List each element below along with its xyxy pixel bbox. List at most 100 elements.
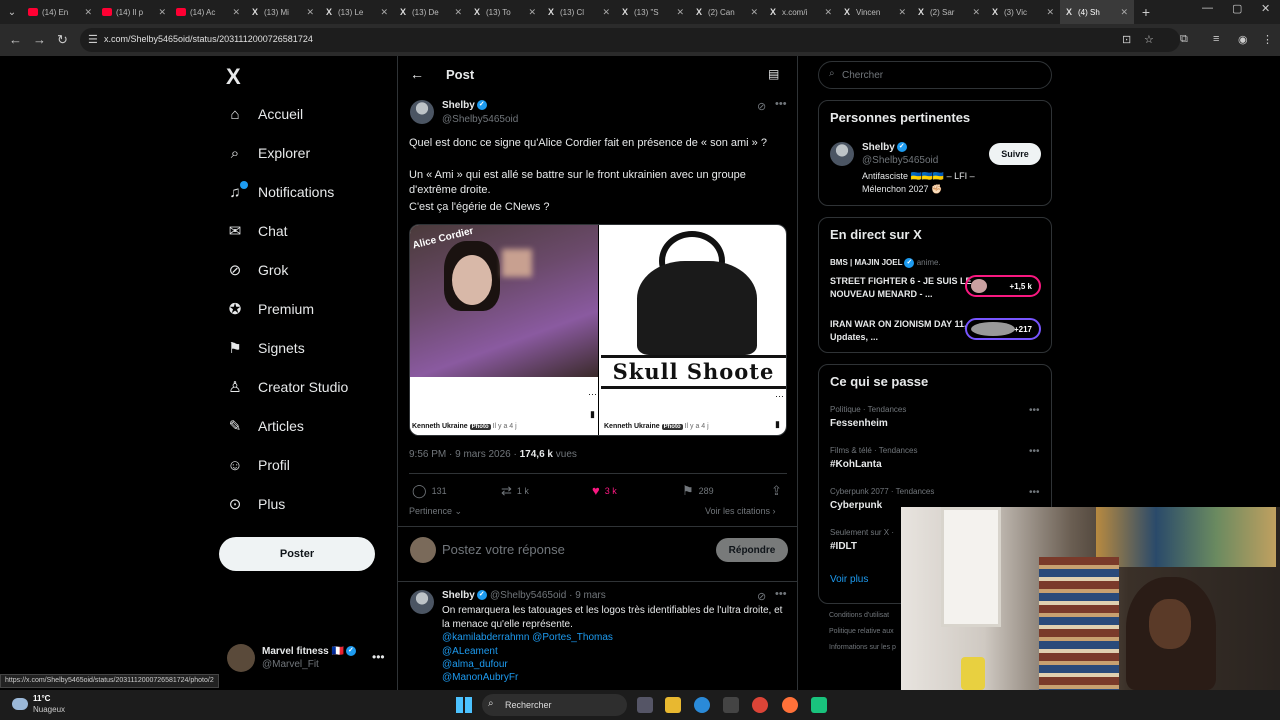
repost-action[interactable]: ⇄ 1 k [501, 483, 529, 499]
menu-icon[interactable]: ⋮ [1262, 33, 1273, 46]
close-tab-icon[interactable]: ✕ [898, 7, 906, 18]
close-tab-icon[interactable]: ✕ [676, 7, 684, 18]
browser-tab[interactable]: X (3) Vic ✕ [986, 0, 1060, 24]
person-name[interactable]: Shelby ✓ [862, 142, 907, 153]
account-switcher[interactable]: Marvel fitness 🇫🇷 ✓ @Marvel_Fit ••• [227, 644, 387, 674]
close-tab-icon[interactable]: ✕ [158, 7, 166, 18]
more-icon[interactable]: ••• [775, 98, 787, 110]
post-author[interactable]: Shelby ✓ [442, 100, 487, 111]
start-icon[interactable] [456, 697, 472, 713]
search-input[interactable]: ⌕ Chercher [818, 61, 1052, 89]
share-action[interactable]: ⇪ [771, 483, 782, 499]
footer-link[interactable]: Conditions d'utilisat [829, 612, 889, 619]
post-media[interactable]: Alice Cordier Kenneth Ukraine Photo Il y … [409, 224, 787, 436]
reply-button[interactable]: Répondre [716, 538, 788, 562]
mention-link[interactable]: @alma_dufour [442, 659, 508, 670]
task-view-icon[interactable] [637, 697, 653, 713]
close-tab-icon[interactable]: ✕ [602, 7, 610, 18]
show-more-link[interactable]: Voir plus [830, 574, 868, 585]
close-tab-icon[interactable]: ✕ [972, 7, 980, 18]
browser-tab[interactable]: (14) Ac ✕ [172, 0, 246, 24]
chrome-icon[interactable] [752, 697, 768, 713]
avatar[interactable] [830, 142, 854, 166]
reload-icon[interactable]: ↻ [57, 32, 68, 48]
reader-mode-icon[interactable]: ▤ [768, 67, 779, 81]
close-tab-icon[interactable]: ✕ [84, 7, 92, 18]
site-info-icon[interactable]: ☰ [88, 33, 98, 46]
trend-name[interactable]: #KohLanta [830, 459, 882, 470]
cloud-icon[interactable] [12, 698, 28, 710]
nav-item-accueil[interactable]: ⌂ Accueil [226, 100, 303, 128]
close-tab-icon[interactable]: ✕ [750, 7, 758, 18]
maximize-icon[interactable]: ▢ [1232, 2, 1242, 15]
star-icon[interactable]: ☆ [1144, 33, 1154, 46]
store-icon[interactable] [723, 697, 739, 713]
mention-link[interactable]: @ManonAubryFr [442, 672, 518, 683]
nav-item-grok[interactable]: ⊘ Grok [226, 256, 289, 284]
trend-name[interactable]: Fessenheim [830, 418, 888, 429]
nav-item-signets[interactable]: ⚑ Signets [226, 334, 304, 362]
reply-author[interactable]: Shelby ✓ [442, 590, 487, 601]
bookmark-action[interactable]: ⚑ 289 [682, 483, 714, 499]
firefox-icon[interactable] [782, 697, 798, 713]
browser-tab[interactable]: X (13) Cl ✕ [542, 0, 616, 24]
avatar[interactable] [410, 100, 434, 124]
nav-item-profil[interactable]: ☺ Profil [226, 451, 290, 479]
reply-action[interactable]: ◯ 131 [412, 483, 447, 499]
forward-icon[interactable]: → [33, 32, 46, 47]
footer-link[interactable]: Politique relative aux [829, 628, 894, 635]
reply-input[interactable]: Postez votre réponse [442, 542, 565, 557]
close-tab-icon[interactable]: ✕ [528, 7, 536, 18]
live-item-title[interactable]: STREET FIGHTER 6 - JE SUIS LE NOUVEAU ME… [830, 275, 980, 301]
taskbar-search[interactable]: ⌕ Rechercher [482, 694, 627, 716]
more-icon[interactable]: ••• [1029, 405, 1040, 416]
quotes-link[interactable]: Voir les citations › [705, 506, 776, 516]
footer-link[interactable]: Informations sur les p [829, 644, 896, 651]
close-tab-icon[interactable]: ✕ [380, 7, 388, 18]
sort-dropdown[interactable]: Pertinence ⌄ [409, 506, 462, 517]
grok-icon[interactable]: ⊘ [757, 100, 766, 113]
x-logo-icon[interactable]: X [226, 64, 241, 90]
live-host[interactable]: BMS | MAJIN JOEL ✓ anime. [830, 258, 941, 268]
browser-tab[interactable]: X (13) "S ✕ [616, 0, 690, 24]
close-window-icon[interactable]: ✕ [1261, 2, 1270, 15]
tab-search-icon[interactable]: ⌄ [0, 7, 24, 18]
more-icon[interactable]: ••• [1029, 446, 1040, 457]
grok-icon[interactable]: ⊘ [757, 590, 766, 603]
trend-name[interactable]: Cyberpunk [830, 500, 882, 511]
folder-icon[interactable] [665, 697, 681, 713]
browser-tab[interactable]: Xx.com/i ✕ [764, 0, 838, 24]
person-handle[interactable]: @Shelby5465oid [862, 155, 938, 166]
minimize-icon[interactable]: — [1202, 2, 1213, 14]
avatar[interactable] [410, 590, 434, 614]
close-tab-icon[interactable]: ✕ [232, 7, 240, 18]
mention-link[interactable]: @ALeament [442, 646, 498, 657]
extensions-icon[interactable]: ⧉ [1180, 33, 1188, 46]
app-icon[interactable] [811, 697, 827, 713]
reply-handle[interactable]: @Shelby5465oid · 9 mars [490, 590, 606, 601]
close-tab-icon[interactable]: ✕ [454, 7, 462, 18]
nav-item-explorer[interactable]: ⌕ Explorer [226, 139, 310, 167]
post-button[interactable]: Poster [219, 537, 375, 571]
url-field[interactable]: ☰ x.com/Shelby5465oid/status/20311120007… [80, 28, 1180, 52]
browser-tab[interactable]: X (13) To ✕ [468, 0, 542, 24]
browser-tab[interactable]: X (13) Mi ✕ [246, 0, 320, 24]
browser-tab[interactable]: (14) En ✕ [24, 0, 98, 24]
more-icon[interactable]: ••• [372, 650, 385, 664]
back-arrow-icon[interactable]: ← [410, 66, 424, 82]
close-tab-icon[interactable]: ✕ [306, 7, 314, 18]
nav-item-notifications[interactable]: ♫ Notifications [226, 178, 334, 206]
media-photo-2[interactable]: Skull Shoote Kenneth Ukraine Photo Il y a… [599, 225, 786, 435]
reading-icon[interactable]: ≡ [1213, 33, 1219, 45]
browser-tab[interactable]: X (13) De ✕ [394, 0, 468, 24]
close-tab-icon[interactable]: ✕ [1120, 7, 1128, 18]
close-tab-icon[interactable]: ✕ [824, 7, 832, 18]
browser-tab[interactable]: X Vincen ✕ [838, 0, 912, 24]
mention-link[interactable]: @kamilabderrahmn @Portes_Thomas [442, 632, 613, 643]
like-action[interactable]: ♥ 3 k [592, 483, 617, 498]
new-tab-icon[interactable]: + [1134, 4, 1158, 20]
edge-icon[interactable] [694, 697, 710, 713]
follow-button[interactable]: Suivre [989, 143, 1041, 165]
nav-item-chat[interactable]: ✉ Chat [226, 217, 288, 245]
trend-name[interactable]: #IDLT [830, 541, 857, 552]
